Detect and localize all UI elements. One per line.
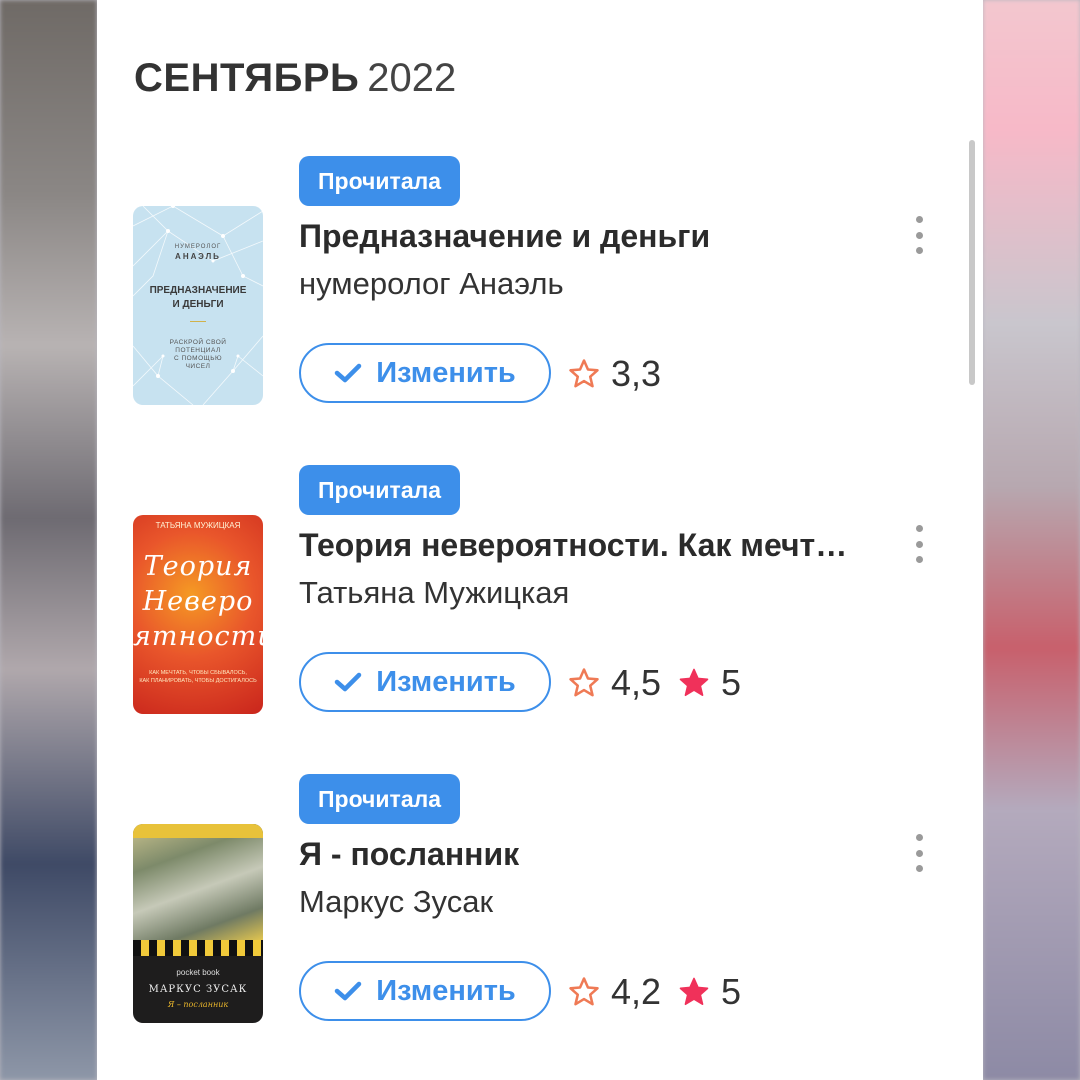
cover-author: ТАТЬЯНА МУЖИЦКАЯ [155, 521, 241, 530]
cover-photo [133, 824, 263, 940]
cover-brand: pocket book [176, 968, 220, 977]
cover-title-line: И ДЕНЬГИ [172, 299, 224, 310]
status-badge[interactable]: Прочитала [299, 774, 461, 824]
month-name: СЕНТЯБРЬ [134, 56, 360, 100]
edit-button[interactable]: Изменить [299, 961, 551, 1021]
star-filled-icon [679, 668, 709, 697]
edit-button[interactable]: Изменить [299, 652, 551, 712]
cover-subtitle: РАСКРОЙ СВОЙ ПОТЕНЦИАЛ С ПОМОЩЬЮ ЧИСЕЛ [133, 339, 263, 371]
average-rating: 4,5 [611, 662, 662, 703]
cover-subtitle-line: КАК ПЛАНИРОВАТЬ, ЧТОБЫ ДОСТИГАЛОСЬ [139, 678, 257, 684]
cover-title-line: Неверо [142, 586, 254, 617]
cover-checker-stripe [133, 940, 263, 956]
star-filled-icon [679, 977, 709, 1006]
month-year: 2022 [367, 56, 457, 100]
cover-author: МАРКУС ЗУСАК [148, 984, 248, 995]
cover-author-prefix: НУМЕРОЛОГ [174, 244, 222, 250]
average-rating: 4,2 [611, 971, 662, 1012]
edit-button[interactable]: Изменить [299, 343, 551, 403]
check-icon [335, 981, 362, 1001]
edit-button-label: Изменить [376, 356, 516, 389]
star-outline-icon [569, 977, 599, 1006]
more-vertical-icon[interactable] [908, 525, 930, 563]
book-author[interactable]: нумеролог Анаэль [299, 266, 564, 302]
rating: 3,3 [567, 352, 661, 396]
my-rating: 5 [721, 971, 742, 1012]
star-outline-icon [569, 668, 599, 697]
cover-subtitle-line: КАК МЕЧТАТЬ, ЧТОБЫ СБЫВАЛОСЬ, [149, 670, 247, 676]
book-author[interactable]: Маркус Зусак [299, 884, 493, 920]
book-item[interactable]: Прочитала ТАТЬЯНА МУЖИЦКАЯ Теория Неверо… [0, 465, 1080, 745]
cover-author: АНАЭЛЬ [175, 252, 221, 261]
cover-subtitle-line: ЧИСЕЛ [185, 363, 211, 370]
month-heading: СЕНТЯБРЬ 2022 [134, 56, 456, 106]
more-vertical-icon[interactable] [908, 834, 930, 872]
book-item[interactable]: Прочитала pocket book МАРКУС ЗУСАК Я – п… [0, 774, 1080, 1054]
more-vertical-icon[interactable] [908, 216, 930, 254]
cover-subtitle: КАК МЕЧТАТЬ, ЧТОБЫ СБЫВАЛОСЬ, КАК ПЛАНИР… [133, 669, 263, 685]
cover-title: Я – посланник [167, 1000, 229, 1009]
book-title[interactable]: Теория невероятности. Как мечт… [299, 527, 879, 564]
rating: 4,2 5 [567, 970, 741, 1014]
star-outline-icon [569, 359, 599, 388]
cover-subtitle-line: ПОТЕНЦИАЛ [175, 347, 221, 354]
book-cover[interactable]: ТАТЬЯНА МУЖИЦКАЯ Теория Неверо ятности К… [133, 515, 263, 714]
cover-subtitle-line: РАСКРОЙ СВОЙ [169, 339, 227, 346]
check-icon [335, 363, 362, 383]
cover-title: ПРЕДНАЗНАЧЕНИЕ И ДЕНЬГИ [133, 284, 263, 312]
cover-title: Теория Неверо ятности [133, 549, 263, 654]
cover-taxi-roof [133, 824, 263, 838]
cover-title-line: ПРЕДНАЗНАЧЕНИЕ [149, 285, 247, 296]
status-badge[interactable]: Прочитала [299, 465, 461, 515]
average-rating: 3,3 [611, 353, 662, 394]
book-title[interactable]: Предназначение и деньги [299, 218, 879, 255]
cover-title-line: ятности [133, 621, 263, 652]
cover-divider [190, 321, 206, 322]
rating: 4,5 5 [567, 661, 741, 705]
cover-title-line: Теория [143, 551, 253, 582]
book-cover[interactable]: НУМЕРОЛОГ АНАЭЛЬ ПРЕДНАЗНАЧЕНИЕ И ДЕНЬГИ… [133, 206, 263, 405]
cover-subtitle-line: С ПОМОЩЬЮ [173, 355, 223, 362]
edit-button-label: Изменить [376, 665, 516, 698]
edit-button-label: Изменить [376, 974, 516, 1007]
book-cover[interactable]: pocket book МАРКУС ЗУСАК Я – посланник [133, 824, 263, 1023]
my-rating: 5 [721, 662, 742, 703]
book-author[interactable]: Татьяна Мужицкая [299, 575, 569, 611]
book-title[interactable]: Я - посланник [299, 836, 879, 873]
status-badge[interactable]: Прочитала [299, 156, 461, 206]
check-icon [335, 672, 362, 692]
book-item[interactable]: Прочитала НУМЕРОЛОГ АНАЭЛЬ ПРЕДНАЗНАЧЕНИ… [0, 156, 1080, 436]
